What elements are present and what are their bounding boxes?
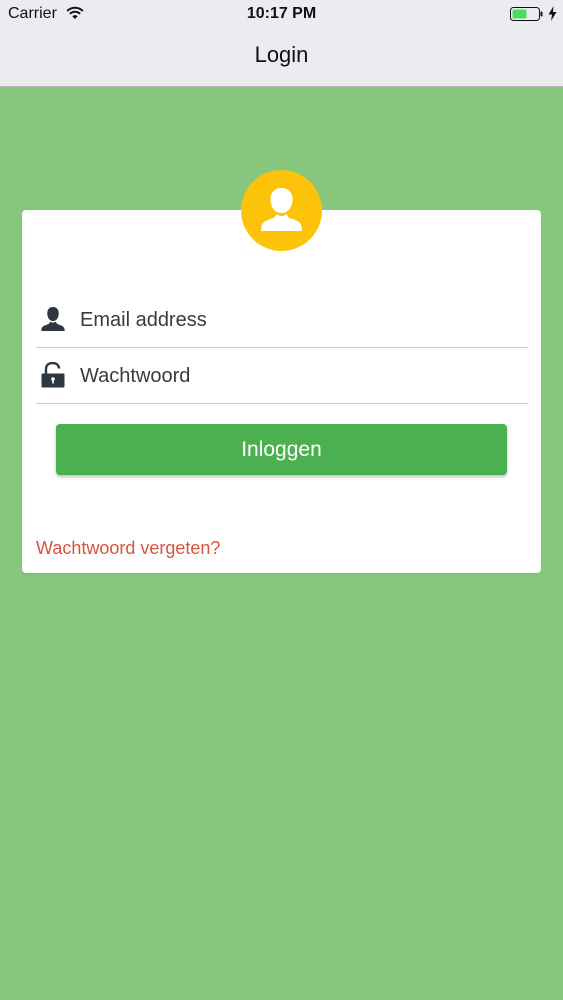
user-avatar-icon	[241, 170, 322, 251]
login-button[interactable]: Inloggen	[56, 424, 507, 475]
charging-bolt-icon	[548, 6, 557, 21]
email-input[interactable]	[80, 300, 520, 340]
password-field	[36, 356, 528, 404]
page-title: Login	[254, 42, 309, 67]
email-field	[36, 300, 528, 348]
forgot-password-link[interactable]: Wachtwoord vergeten?	[36, 538, 220, 559]
status-time: 10:17 PM	[246, 5, 317, 22]
battery-icon	[510, 7, 543, 21]
password-input[interactable]	[80, 356, 520, 396]
user-icon	[41, 307, 65, 331]
top-bar: Carrier 10:17 PM Login	[0, 0, 563, 87]
login-screen: Carrier 10:17 PM Login Email address Inl…	[0, 0, 563, 1000]
unlocked-padlock-icon	[41, 362, 65, 388]
